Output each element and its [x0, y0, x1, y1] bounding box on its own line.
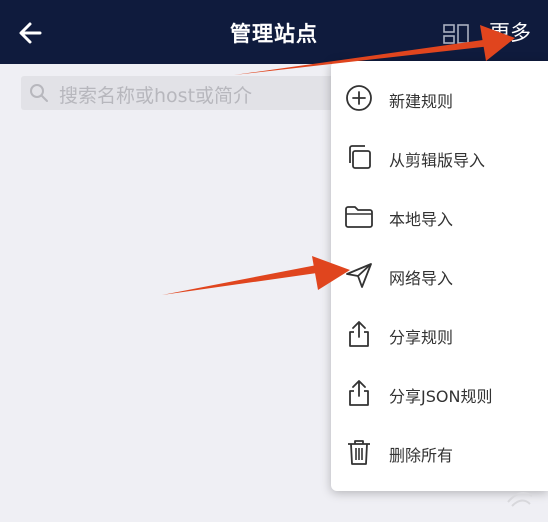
send-icon — [346, 263, 372, 288]
menu-item-label: 新建规则 — [389, 92, 454, 111]
trash-icon — [348, 440, 370, 465]
folder-icon — [345, 206, 373, 228]
menu-item-local-import[interactable]: 本地导入 — [331, 188, 548, 246]
menu-item-new-rule[interactable]: 新建规则 — [331, 70, 548, 128]
menu-item-delete-all[interactable]: 删除所有 — [331, 424, 548, 482]
menu-item-label: 本地导入 — [389, 210, 454, 229]
more-menu: 新建规则 从剪辑版导入 本地导入 网络导入 分享规则 分享JSON规则 删除所有 — [331, 61, 548, 491]
app-bar: 管理站点 更多 — [0, 0, 548, 64]
menu-item-label: 删除所有 — [389, 446, 454, 465]
search-input[interactable]: 搜索名称或host或简介 — [59, 81, 252, 108]
menu-item-label: 从剪辑版导入 — [389, 151, 486, 170]
menu-item-share-json-rules[interactable]: 分享JSON规则 — [331, 365, 548, 423]
watermark-logo — [507, 492, 533, 507]
copy-icon — [349, 145, 371, 169]
more-button[interactable]: 更多 — [489, 17, 531, 47]
layout-button[interactable] — [442, 23, 470, 45]
plus-circle-icon — [346, 85, 372, 111]
layout-icon — [443, 24, 469, 44]
menu-item-share-rules[interactable]: 分享规则 — [331, 306, 548, 364]
menu-item-label: 网络导入 — [389, 269, 454, 288]
menu-item-label: 分享JSON规则 — [389, 387, 493, 406]
menu-item-label: 分享规则 — [389, 328, 454, 347]
share-icon — [349, 321, 369, 347]
menu-item-import-clipboard[interactable]: 从剪辑版导入 — [331, 129, 548, 187]
menu-item-network-import[interactable]: 网络导入 — [331, 247, 548, 305]
share-icon — [349, 380, 369, 406]
search-field[interactable]: 搜索名称或host或简介 — [21, 76, 341, 110]
search-icon — [30, 84, 48, 102]
